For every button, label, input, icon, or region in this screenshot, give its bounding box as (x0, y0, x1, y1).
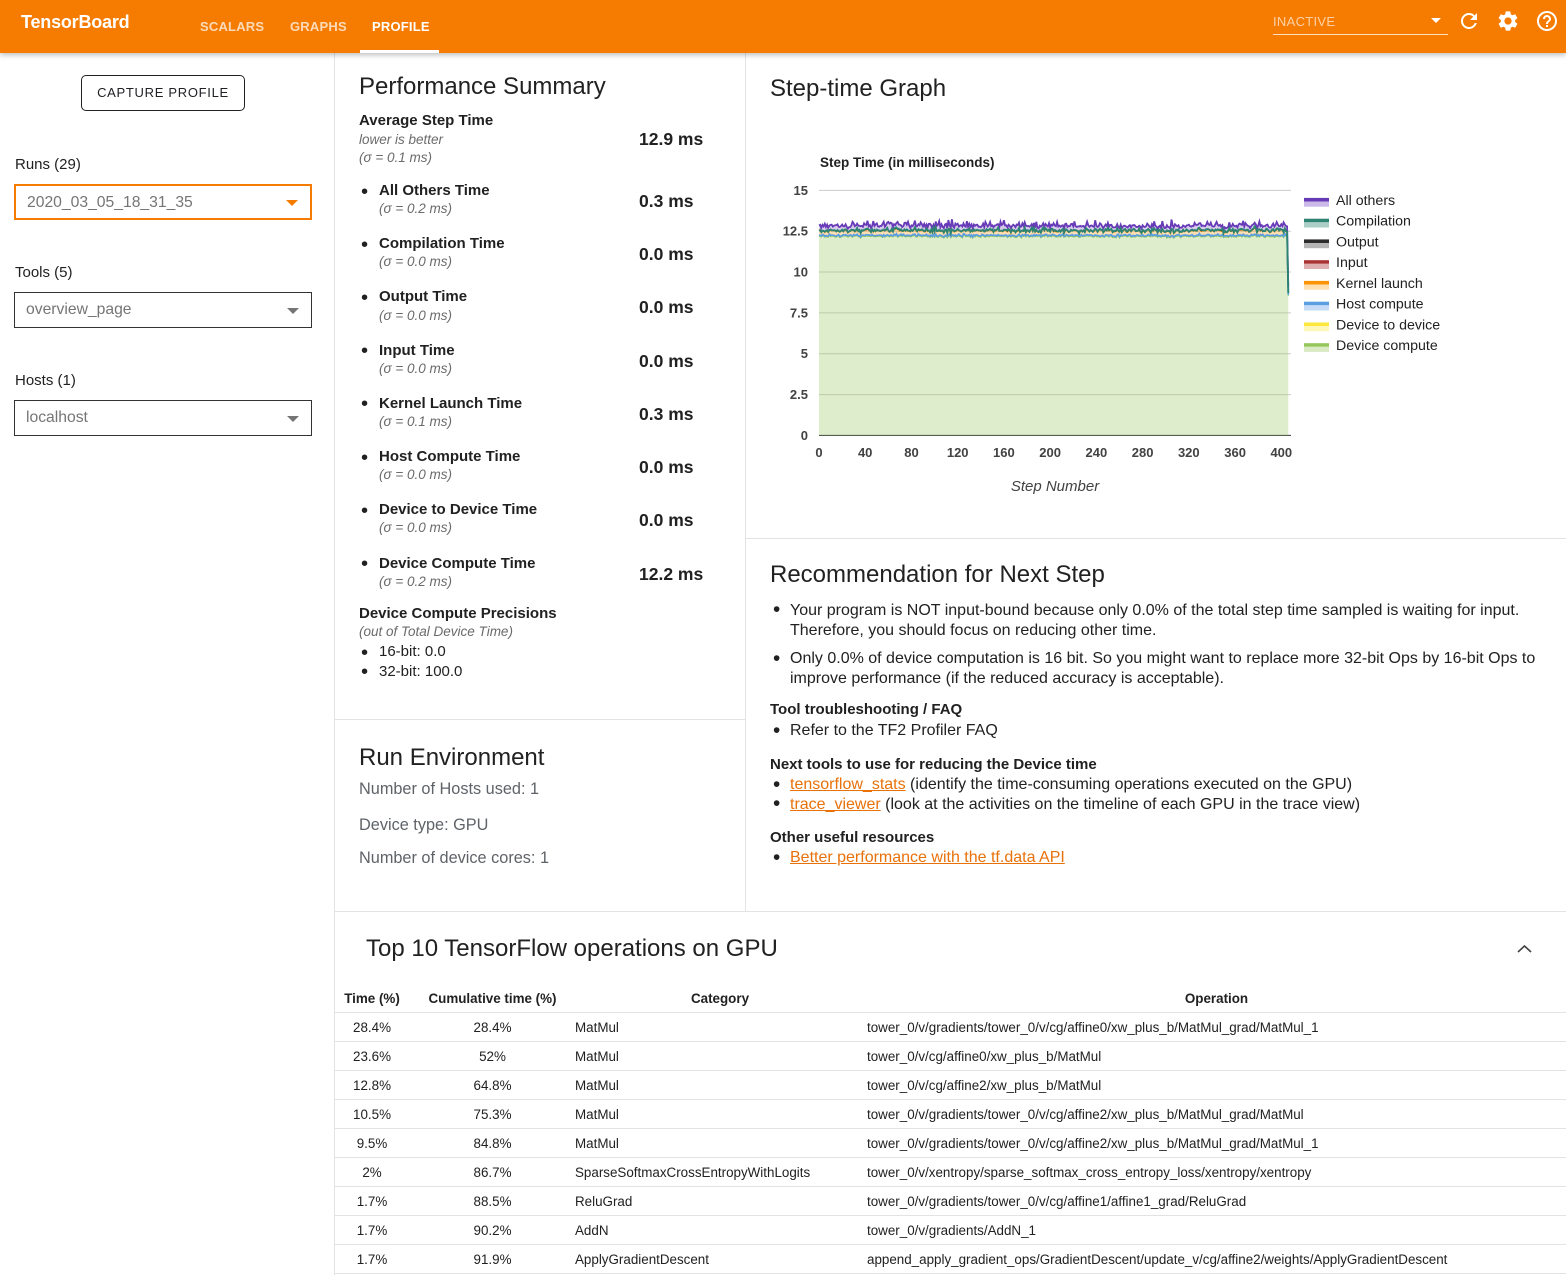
svg-text:Host compute: Host compute (1336, 297, 1424, 313)
svg-text:240: 240 (1086, 445, 1108, 460)
svg-text:Compilation: Compilation (1336, 214, 1411, 230)
svg-text:400: 400 (1270, 445, 1292, 460)
svg-text:2.5: 2.5 (790, 387, 808, 402)
svg-text:15: 15 (794, 183, 808, 198)
svg-text:Device compute: Device compute (1336, 338, 1438, 354)
svg-text:120: 120 (947, 445, 969, 460)
svg-text:10: 10 (794, 265, 808, 280)
svg-text:Step Number: Step Number (1011, 478, 1100, 495)
svg-text:Output: Output (1336, 234, 1379, 250)
svg-text:40: 40 (858, 445, 872, 460)
svg-text:Kernel launch: Kernel launch (1336, 276, 1423, 292)
svg-text:200: 200 (1039, 445, 1061, 460)
svg-text:0: 0 (801, 428, 808, 443)
svg-text:80: 80 (904, 445, 918, 460)
svg-text:All others: All others (1336, 193, 1395, 209)
svg-text:320: 320 (1178, 445, 1200, 460)
svg-text:Input: Input (1336, 255, 1368, 271)
svg-text:160: 160 (993, 445, 1015, 460)
svg-text:12.5: 12.5 (783, 224, 808, 239)
svg-text:Device to device: Device to device (1336, 318, 1440, 334)
svg-text:5: 5 (801, 346, 808, 361)
svg-text:7.5: 7.5 (790, 305, 808, 320)
svg-text:280: 280 (1132, 445, 1154, 460)
svg-text:Step Time (in milliseconds): Step Time (in milliseconds) (820, 155, 995, 170)
svg-text:0: 0 (815, 445, 822, 460)
svg-text:360: 360 (1224, 445, 1246, 460)
